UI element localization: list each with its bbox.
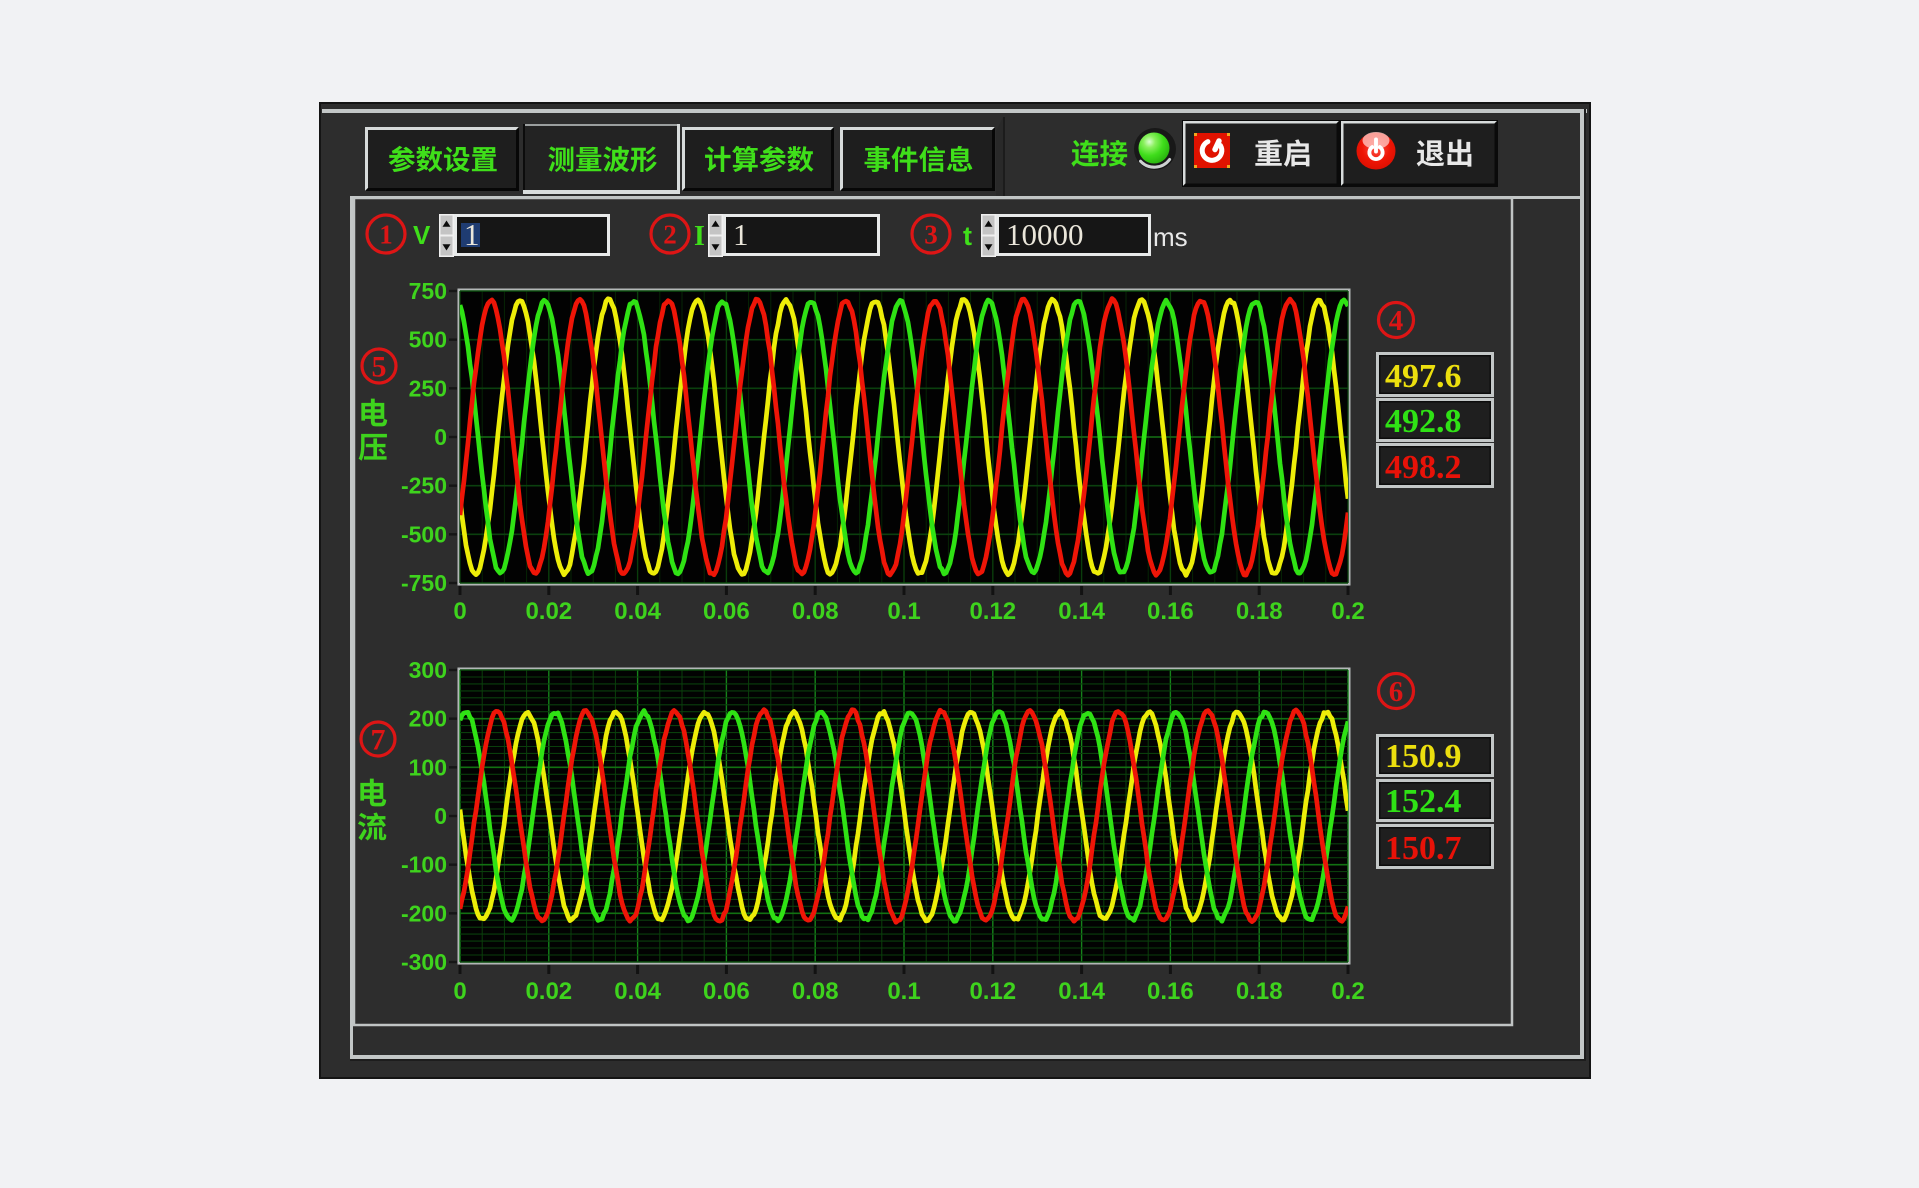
svg-text:150.9: 150.9 bbox=[1385, 738, 1462, 775]
svg-text:750: 750 bbox=[409, 278, 447, 304]
svg-text:t: t bbox=[963, 221, 972, 251]
svg-text:0.06: 0.06 bbox=[703, 598, 750, 625]
svg-text:200: 200 bbox=[409, 706, 447, 732]
svg-text:10000: 10000 bbox=[1006, 217, 1084, 252]
svg-text:0.16: 0.16 bbox=[1147, 598, 1194, 625]
svg-text:4: 4 bbox=[1389, 305, 1404, 337]
svg-text:0.04: 0.04 bbox=[614, 978, 661, 1005]
svg-text:5: 5 bbox=[372, 351, 387, 384]
svg-text:1: 1 bbox=[379, 219, 393, 249]
svg-text:0.08: 0.08 bbox=[792, 598, 839, 625]
svg-text:152.4: 152.4 bbox=[1385, 783, 1462, 820]
svg-text:498.2: 498.2 bbox=[1385, 449, 1462, 486]
svg-text:0.18: 0.18 bbox=[1236, 598, 1283, 625]
svg-text:0.1: 0.1 bbox=[887, 598, 920, 625]
svg-text:1: 1 bbox=[733, 217, 749, 252]
svg-text:-500: -500 bbox=[401, 521, 447, 547]
svg-text:0: 0 bbox=[434, 424, 447, 450]
svg-text:100: 100 bbox=[409, 754, 447, 780]
svg-text:0.14: 0.14 bbox=[1058, 598, 1105, 625]
svg-text:250: 250 bbox=[409, 375, 447, 401]
svg-text:0.12: 0.12 bbox=[969, 978, 1016, 1005]
svg-text:-100: -100 bbox=[401, 852, 447, 878]
svg-text:V: V bbox=[413, 220, 431, 250]
svg-text:0.06: 0.06 bbox=[703, 978, 750, 1005]
svg-text:0.02: 0.02 bbox=[525, 978, 572, 1005]
svg-text:-300: -300 bbox=[401, 949, 447, 975]
svg-text:0.12: 0.12 bbox=[969, 598, 1016, 625]
svg-text:0.08: 0.08 bbox=[792, 978, 839, 1005]
svg-text:-200: -200 bbox=[401, 900, 447, 926]
svg-text:0.2: 0.2 bbox=[1331, 598, 1364, 625]
svg-text:0.04: 0.04 bbox=[614, 598, 661, 625]
svg-text:492.8: 492.8 bbox=[1385, 403, 1462, 440]
svg-text:6: 6 bbox=[1389, 676, 1404, 708]
svg-text:-750: -750 bbox=[401, 570, 447, 596]
svg-text:0: 0 bbox=[434, 803, 447, 829]
svg-text:497.6: 497.6 bbox=[1385, 358, 1462, 395]
svg-text:1: 1 bbox=[464, 217, 480, 252]
svg-text:0.16: 0.16 bbox=[1147, 978, 1194, 1005]
svg-text:I: I bbox=[694, 221, 705, 252]
svg-text:3: 3 bbox=[924, 219, 938, 249]
svg-text:0.2: 0.2 bbox=[1331, 978, 1364, 1005]
svg-text:-250: -250 bbox=[401, 473, 447, 499]
svg-text:0.18: 0.18 bbox=[1236, 978, 1283, 1005]
svg-text:0: 0 bbox=[453, 978, 466, 1005]
svg-text:0.1: 0.1 bbox=[887, 978, 920, 1005]
svg-text:150.7: 150.7 bbox=[1385, 830, 1462, 867]
svg-text:0.02: 0.02 bbox=[525, 598, 572, 625]
svg-text:0.14: 0.14 bbox=[1058, 978, 1105, 1005]
svg-text:7: 7 bbox=[371, 724, 386, 757]
svg-text:2: 2 bbox=[663, 219, 677, 249]
svg-text:300: 300 bbox=[409, 657, 447, 683]
svg-text:ms: ms bbox=[1153, 222, 1188, 252]
svg-text:500: 500 bbox=[409, 327, 447, 353]
svg-text:0: 0 bbox=[453, 598, 466, 625]
